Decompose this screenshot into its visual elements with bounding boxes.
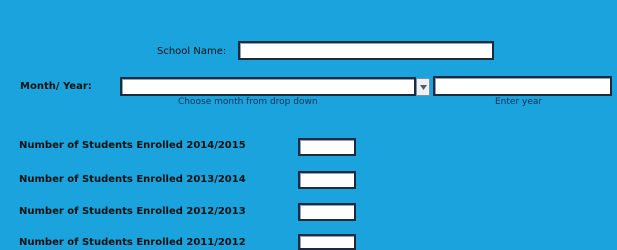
year-input[interactable] [433,76,612,96]
enrollment-2014-2015-label: Number of Students Enrolled 2014/2015 [19,140,246,151]
month-dropdown-hint: Choose month from drop down [178,97,318,107]
enrollment-2011-2012-input[interactable] [298,234,356,250]
year-hint: Enter year [495,97,543,107]
month-dropdown-field[interactable] [120,77,416,96]
enrollment-2012-2013-label: Number of Students Enrolled 2012/2013 [19,206,246,217]
enrollment-2013-2014-input[interactable] [298,171,356,189]
school-enrollment-form: School Name: Month/ Year: Choose month f… [0,0,617,250]
enrollment-2014-2015-input[interactable] [298,138,356,156]
school-name-input[interactable] [238,41,494,60]
school-name-label: School Name: [157,46,227,57]
enrollment-2011-2012-label: Number of Students Enrolled 2011/2012 [19,237,246,248]
month-dropdown-button[interactable] [416,78,430,96]
enrollment-2013-2014-label: Number of Students Enrolled 2013/2014 [19,174,246,185]
chevron-down-icon [420,85,427,90]
month-year-label: Month/ Year: [20,81,92,92]
enrollment-2012-2013-input[interactable] [298,203,356,221]
